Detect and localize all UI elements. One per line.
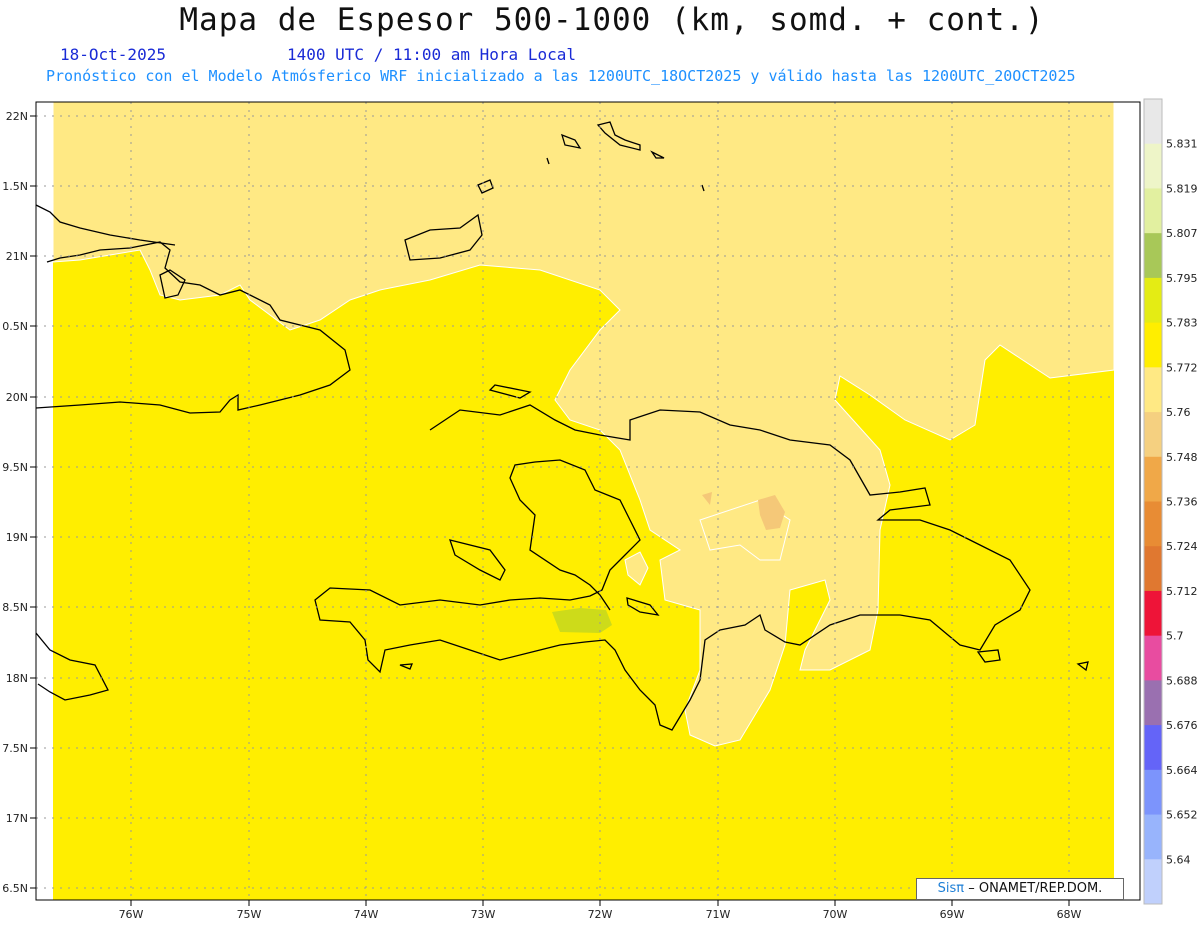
lat-label: 22N: [6, 110, 28, 123]
colorbar-swatch: [1144, 859, 1162, 905]
colorbar-label: 5.64: [1166, 853, 1191, 866]
lon-label: 73W: [471, 908, 496, 921]
thickness-map: 22N 1.5N 21N 0.5N 20N 9.5N 19N 8.5N 18N …: [2, 98, 1198, 921]
colorbar-label: 5.724: [1166, 540, 1198, 553]
lat-label: 6.5N: [2, 882, 28, 895]
colorbar-swatch: [1144, 501, 1162, 547]
colorbar-swatch: [1144, 143, 1162, 189]
colorbar-swatch: [1144, 546, 1162, 592]
colorbar-swatch: [1144, 725, 1162, 771]
colorbar-swatch: [1144, 456, 1162, 502]
lat-label: 20N: [6, 391, 28, 404]
colorbar-swatch: [1144, 188, 1162, 234]
colorbar-swatch: [1144, 277, 1162, 324]
colorbar-label: 5.807: [1166, 227, 1198, 240]
colorbar-swatch: [1144, 367, 1162, 413]
colorbar-swatch: [1144, 814, 1162, 860]
lon-label: 76W: [119, 908, 144, 921]
lat-label: 21N: [6, 250, 28, 263]
lat-label: 0.5N: [2, 320, 28, 333]
colorbar: 5.831 5.819 5.807 5.795 5.783 5.772 5.76 5.748 5…: [1143, 98, 1198, 905]
contour-5-772: [552, 608, 612, 633]
colorbar-swatch: [1144, 233, 1162, 279]
lon-label: 71W: [706, 908, 731, 921]
lat-label: 7.5N: [2, 742, 28, 755]
colorbar-swatch: [1144, 590, 1162, 637]
colorbar-swatch: [1144, 769, 1162, 816]
colorbar-label: 5.772: [1166, 361, 1198, 374]
lon-label: 72W: [588, 908, 613, 921]
lat-label: 19N: [6, 531, 28, 544]
colorbar-label: 5.676: [1166, 719, 1198, 732]
colorbar-label: 5.819: [1166, 182, 1198, 195]
lon-label: 68W: [1057, 908, 1082, 921]
lat-label: 18N: [6, 672, 28, 685]
colorbar-label: 5.652: [1166, 809, 1198, 822]
credit-box: Sisπ – ONAMET/REP.DOM.: [916, 878, 1124, 900]
colorbar-swatch: [1144, 412, 1162, 458]
colorbar-label: 5.831: [1166, 138, 1198, 151]
colorbar-label: 5.795: [1166, 272, 1198, 285]
colorbar-label: 5.7: [1166, 630, 1184, 643]
colorbar-label: 5.688: [1166, 674, 1198, 687]
lat-label: 1.5N: [2, 180, 28, 193]
colorbar-label: 5.664: [1166, 764, 1198, 777]
colorbar-label: 5.736: [1166, 496, 1198, 509]
colorbar-label: 5.76: [1166, 406, 1191, 419]
colorbar-swatch: [1144, 635, 1162, 681]
lat-label: 8.5N: [2, 601, 28, 614]
colorbar-swatch: [1144, 680, 1162, 726]
lon-label: 70W: [823, 908, 848, 921]
colorbar-label: 5.783: [1166, 317, 1198, 330]
colorbar-label: 5.748: [1166, 451, 1198, 464]
lon-label: 75W: [237, 908, 262, 921]
colorbar-label: 5.712: [1166, 585, 1198, 598]
credit-brand: Sisπ: [937, 881, 965, 896]
colorbar-swatch: [1144, 322, 1162, 368]
colorbar-swatch: [1144, 99, 1162, 145]
lat-label: 17N: [6, 812, 28, 825]
lon-label: 74W: [354, 908, 379, 921]
credit-text: – ONAMET/REP.DOM.: [968, 881, 1103, 896]
lat-label: 9.5N: [2, 461, 28, 474]
lon-label: 69W: [940, 908, 965, 921]
